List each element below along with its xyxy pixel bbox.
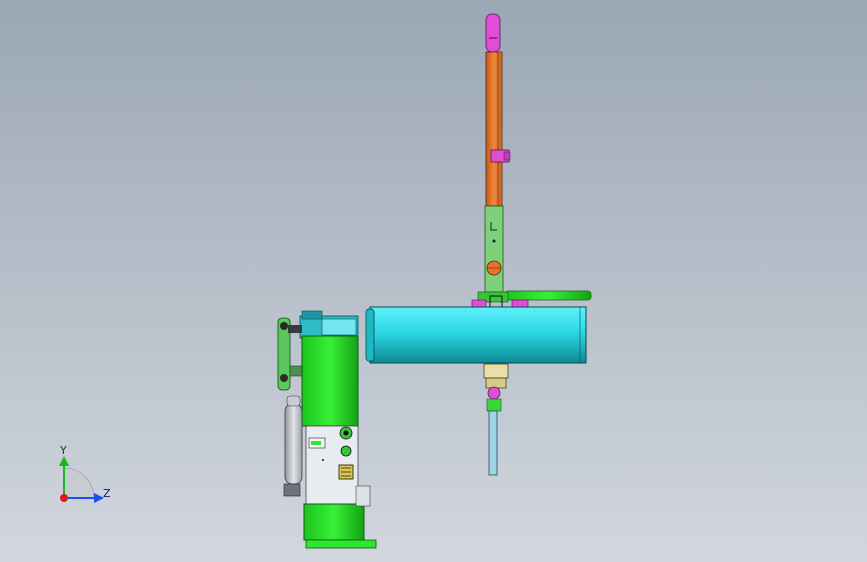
robot-arm-model[interactable]: Y Z	[0, 0, 867, 562]
tool-probe	[488, 410, 498, 476]
panel-dot	[322, 459, 324, 461]
belt-bracket	[288, 325, 302, 333]
tool-block-top	[483, 363, 509, 379]
lower-tool[interactable]	[483, 363, 509, 476]
dial-knob-1-center	[343, 430, 349, 436]
vertical-arm-rail-edge	[497, 51, 503, 207]
base-column[interactable]	[299, 310, 377, 549]
horizontal-beam[interactable]	[365, 306, 587, 364]
z-axis-label: Z	[103, 487, 111, 500]
vertical-arm-top-cap	[485, 13, 501, 53]
x-axis-origin	[60, 494, 68, 502]
column-top-cover	[301, 310, 323, 320]
column-side-block	[355, 485, 371, 507]
beam-body	[369, 306, 587, 364]
column-green-body	[301, 335, 359, 427]
motor-cylinder	[284, 403, 303, 485]
connector-led	[311, 441, 321, 445]
gripper-rod[interactable]	[471, 290, 592, 309]
vertical-arm-green-carriage	[484, 205, 504, 293]
column-top-panel	[321, 318, 357, 336]
column-green-lower	[303, 503, 365, 541]
magenta-stop-pin	[503, 151, 511, 161]
tool-magenta-knob	[487, 386, 501, 400]
motor-cylinder-cap	[286, 395, 301, 407]
gripper-rod-body	[504, 290, 592, 301]
carriage-hole	[492, 239, 496, 243]
triad-arc	[63, 467, 95, 499]
pulley-bottom	[280, 374, 288, 382]
tool-green-neck	[486, 398, 502, 412]
belt-bracket-2	[289, 365, 303, 377]
side-drive[interactable]	[277, 317, 303, 497]
y-axis-arrow	[59, 456, 69, 466]
vertical-arm[interactable]	[484, 13, 511, 293]
cad-viewport[interactable]: Y Z	[0, 0, 867, 562]
dial-knob-2	[340, 445, 352, 457]
motor-bottom-fitting	[283, 483, 301, 497]
y-axis-label: Y	[59, 444, 67, 457]
column-foot	[305, 539, 377, 549]
beam-end-cap-left	[365, 308, 375, 362]
axis-triad: Y Z	[59, 444, 111, 503]
pulley-top	[280, 322, 288, 330]
tool-block-mid	[485, 377, 507, 389]
